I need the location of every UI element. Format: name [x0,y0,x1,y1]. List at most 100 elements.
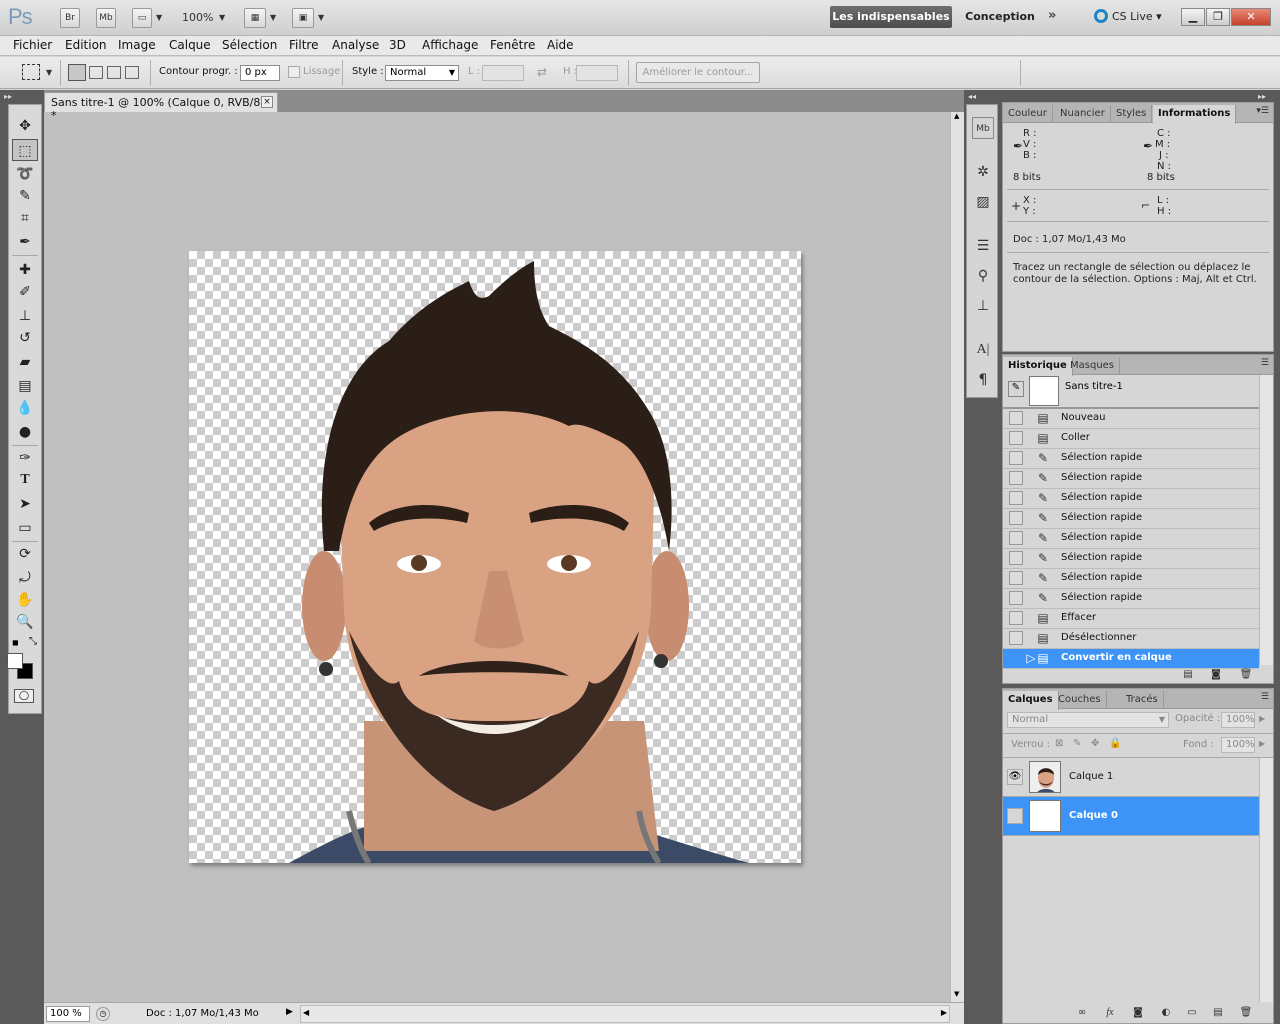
width-input[interactable] [482,65,524,81]
panel-menu-icon[interactable]: ▾☰ [1256,106,1269,116]
menu-aide[interactable]: Aide [547,38,574,52]
history-scrollbar[interactable] [1259,375,1273,665]
layers-scrollbar[interactable] [1259,758,1273,1002]
eyedropper-tool-icon[interactable]: ✒ [12,231,38,253]
style-select[interactable]: Normal ▼ [385,65,459,81]
clone-stamp-tool-icon[interactable]: ⊥ [12,305,38,327]
scroll-left-icon[interactable]: ◀ [303,1008,309,1017]
history-source-checkbox[interactable] [1009,571,1023,585]
image-canvas[interactable] [189,251,801,863]
restore-button[interactable]: ❐ [1206,8,1230,26]
menu-analyse[interactable]: Analyse [332,38,379,52]
clone-source-icon[interactable]: ⊥ [972,295,994,317]
trash-icon[interactable]: 🗑 [1239,668,1253,682]
history-source-checkbox[interactable] [1009,551,1023,565]
collapse-icon[interactable]: ▸▸ [4,92,12,101]
scroll-right-icon[interactable]: ▶ [941,1008,947,1017]
chevron-down-icon[interactable]: ▼ [219,13,225,22]
tab-couleur[interactable]: Couleur [1003,105,1053,123]
tab-nuancier[interactable]: Nuancier [1055,105,1111,123]
fill-input[interactable]: 100% [1221,737,1255,753]
history-source-checkbox[interactable] [1009,471,1023,485]
history-source-checkbox[interactable] [1009,511,1023,525]
history-source-checkbox[interactable] [1009,531,1023,545]
adjustment-layer-icon[interactable]: ◐ [1159,1006,1173,1020]
chevron-down-icon[interactable]: ▼ [318,13,324,22]
history-brush-source-icon[interactable]: ✎ [1008,381,1024,397]
fx-icon[interactable]: fx [1103,1006,1117,1020]
default-colors-icon[interactable]: ◼ [12,638,19,647]
minimize-button[interactable]: ▁ [1181,8,1205,26]
3d-orbit-tool-icon[interactable]: ⤾ [12,567,38,589]
list-item[interactable]: ▤ Nouveau [1003,409,1259,429]
new-group-icon[interactable]: ▭ [1185,1006,1199,1020]
history-source-checkbox[interactable] [1009,491,1023,505]
path-selection-tool-icon[interactable]: ➤ [12,493,38,515]
new-snapshot-icon[interactable]: ◙ [1209,668,1223,682]
tab-traces[interactable]: Tracés [1121,691,1164,709]
subtract-selection-icon[interactable] [107,66,121,79]
move-tool-icon[interactable]: ✥ [12,115,38,137]
layer-row[interactable]: 👁 Calque 1 [1003,758,1259,797]
collapse-icon[interactable]: ◂◂ [968,92,976,101]
fill-arrow-icon[interactable]: ▶ [1259,739,1265,748]
history-brush-tool-icon[interactable]: ↺ [12,327,38,349]
bridge-button[interactable]: Br [60,8,80,28]
lock-transparency-icon[interactable]: ⊠ [1055,738,1063,749]
minibridge-icon[interactable]: Mb [972,117,994,139]
list-item[interactable]: ✎ Sélection rapide [1003,489,1259,509]
horizontal-scrollbar[interactable]: ◀ ▶ [300,1005,950,1023]
list-item[interactable]: ✎ Sélection rapide [1003,569,1259,589]
panel-menu-icon[interactable]: ☰ [1261,692,1269,702]
screen-mode-button[interactable]: ▣ [292,8,314,28]
tab-historique[interactable]: Historique [1003,357,1073,376]
zoom-tool-icon[interactable]: 🔍 [12,611,38,633]
scroll-down-icon[interactable]: ▼ [954,990,959,998]
histogram-icon[interactable]: ▨ [972,191,994,213]
lock-position-icon[interactable]: ✥ [1091,738,1099,749]
chevron-down-icon[interactable]: ▼ [46,68,52,77]
close-window-button[interactable]: ✕ [1231,8,1271,26]
status-info-icon[interactable]: ◷ [96,1007,110,1021]
type-tool-icon[interactable]: T [12,469,38,491]
blend-mode-select[interactable]: Normal ▼ [1007,712,1169,728]
menu-image[interactable]: Image [118,38,156,52]
document-tab[interactable]: Sans titre-1 @ 100% (Calque 0, RVB/8) * … [44,92,278,122]
list-item[interactable]: ✎ Sélection rapide [1003,509,1259,529]
list-item[interactable]: ✎ Sélection rapide [1003,549,1259,569]
lasso-tool-icon[interactable]: ➰ [12,163,38,185]
history-source-checkbox[interactable] [1009,611,1023,625]
list-item[interactable]: ▷ ▤ Convertir en calque [1003,649,1259,669]
vertical-scrollbar[interactable]: ▲ ▼ [950,112,964,1002]
close-tab-button[interactable]: × [261,96,273,108]
list-item[interactable]: ▤ Désélectionner [1003,629,1259,649]
workspace-essentials-button[interactable]: Les indispensables [830,6,952,28]
scroll-up-icon[interactable]: ▲ [954,112,959,120]
quick-selection-tool-icon[interactable]: ✎ [12,185,38,207]
menu-calque[interactable]: Calque [169,38,211,52]
hand-tool-icon[interactable]: ✋ [12,589,38,611]
status-menu-arrow-icon[interactable]: ▶ [286,1007,293,1017]
chevron-down-icon[interactable]: ▼ [156,13,162,22]
list-item[interactable]: ✎ Sélection rapide [1003,449,1259,469]
expand-icon[interactable]: ▸▸ [1258,92,1266,101]
foreground-color-swatch[interactable] [7,653,23,669]
eye-icon[interactable] [1007,808,1023,824]
lock-all-icon[interactable]: 🔒 [1109,738,1121,749]
crop-tool-icon[interactable]: ⌗ [12,207,38,229]
menu-affichage[interactable]: Affichage [422,38,478,52]
pen-tool-icon[interactable]: ✑ [12,447,38,469]
swap-colors-icon[interactable]: ⤡ [29,636,37,647]
zoom-field[interactable]: 100 % [46,1006,90,1022]
adjustments-icon[interactable]: ☰ [972,235,994,257]
gradient-tool-icon[interactable]: ▤ [12,375,38,397]
history-source-checkbox[interactable] [1009,431,1023,445]
layer-row[interactable]: Calque 0 [1003,797,1259,836]
view-extras-button[interactable]: ▭ [132,8,152,28]
paragraph-icon[interactable]: ¶ [972,369,994,391]
brush-presets-icon[interactable]: ⚲ [972,265,994,287]
lock-pixels-icon[interactable]: ✎ [1073,738,1081,749]
intersect-selection-icon[interactable] [125,66,139,79]
character-icon[interactable]: A| [972,339,994,361]
history-source-checkbox[interactable] [1009,451,1023,465]
